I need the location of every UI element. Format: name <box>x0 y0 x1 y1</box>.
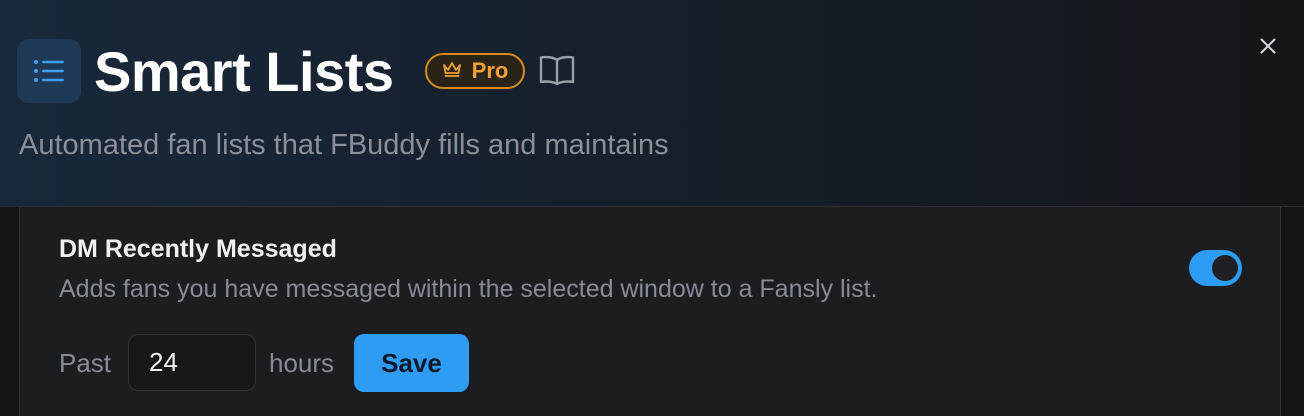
smart-list-card: DM Recently Messaged Adds fans you have … <box>19 207 1281 416</box>
save-button[interactable]: Save <box>354 334 469 392</box>
hours-input[interactable] <box>128 334 256 391</box>
card-title: DM Recently Messaged <box>59 235 337 263</box>
smart-lists-dialog: Smart Lists Pro Automated fan lists that… <box>0 0 1304 416</box>
dialog-header: Smart Lists Pro Automated fan lists that… <box>0 0 1304 207</box>
enable-toggle[interactable] <box>1189 250 1242 286</box>
hours-label: hours <box>269 348 335 378</box>
toggle-knob <box>1212 255 1238 281</box>
pro-badge-label: Pro <box>471 58 509 83</box>
book-icon[interactable] <box>538 54 576 88</box>
card-description: Adds fans you have messaged within the s… <box>59 275 878 303</box>
page-subtitle: Automated fan lists that FBuddy fills an… <box>19 129 669 161</box>
pro-badge: Pro <box>425 53 525 89</box>
list-icon <box>17 39 81 103</box>
crown-icon <box>442 60 462 83</box>
close-button[interactable] <box>1252 32 1284 64</box>
page-title: Smart Lists <box>94 40 394 103</box>
past-label: Past <box>59 348 112 378</box>
close-icon <box>1260 38 1276 59</box>
